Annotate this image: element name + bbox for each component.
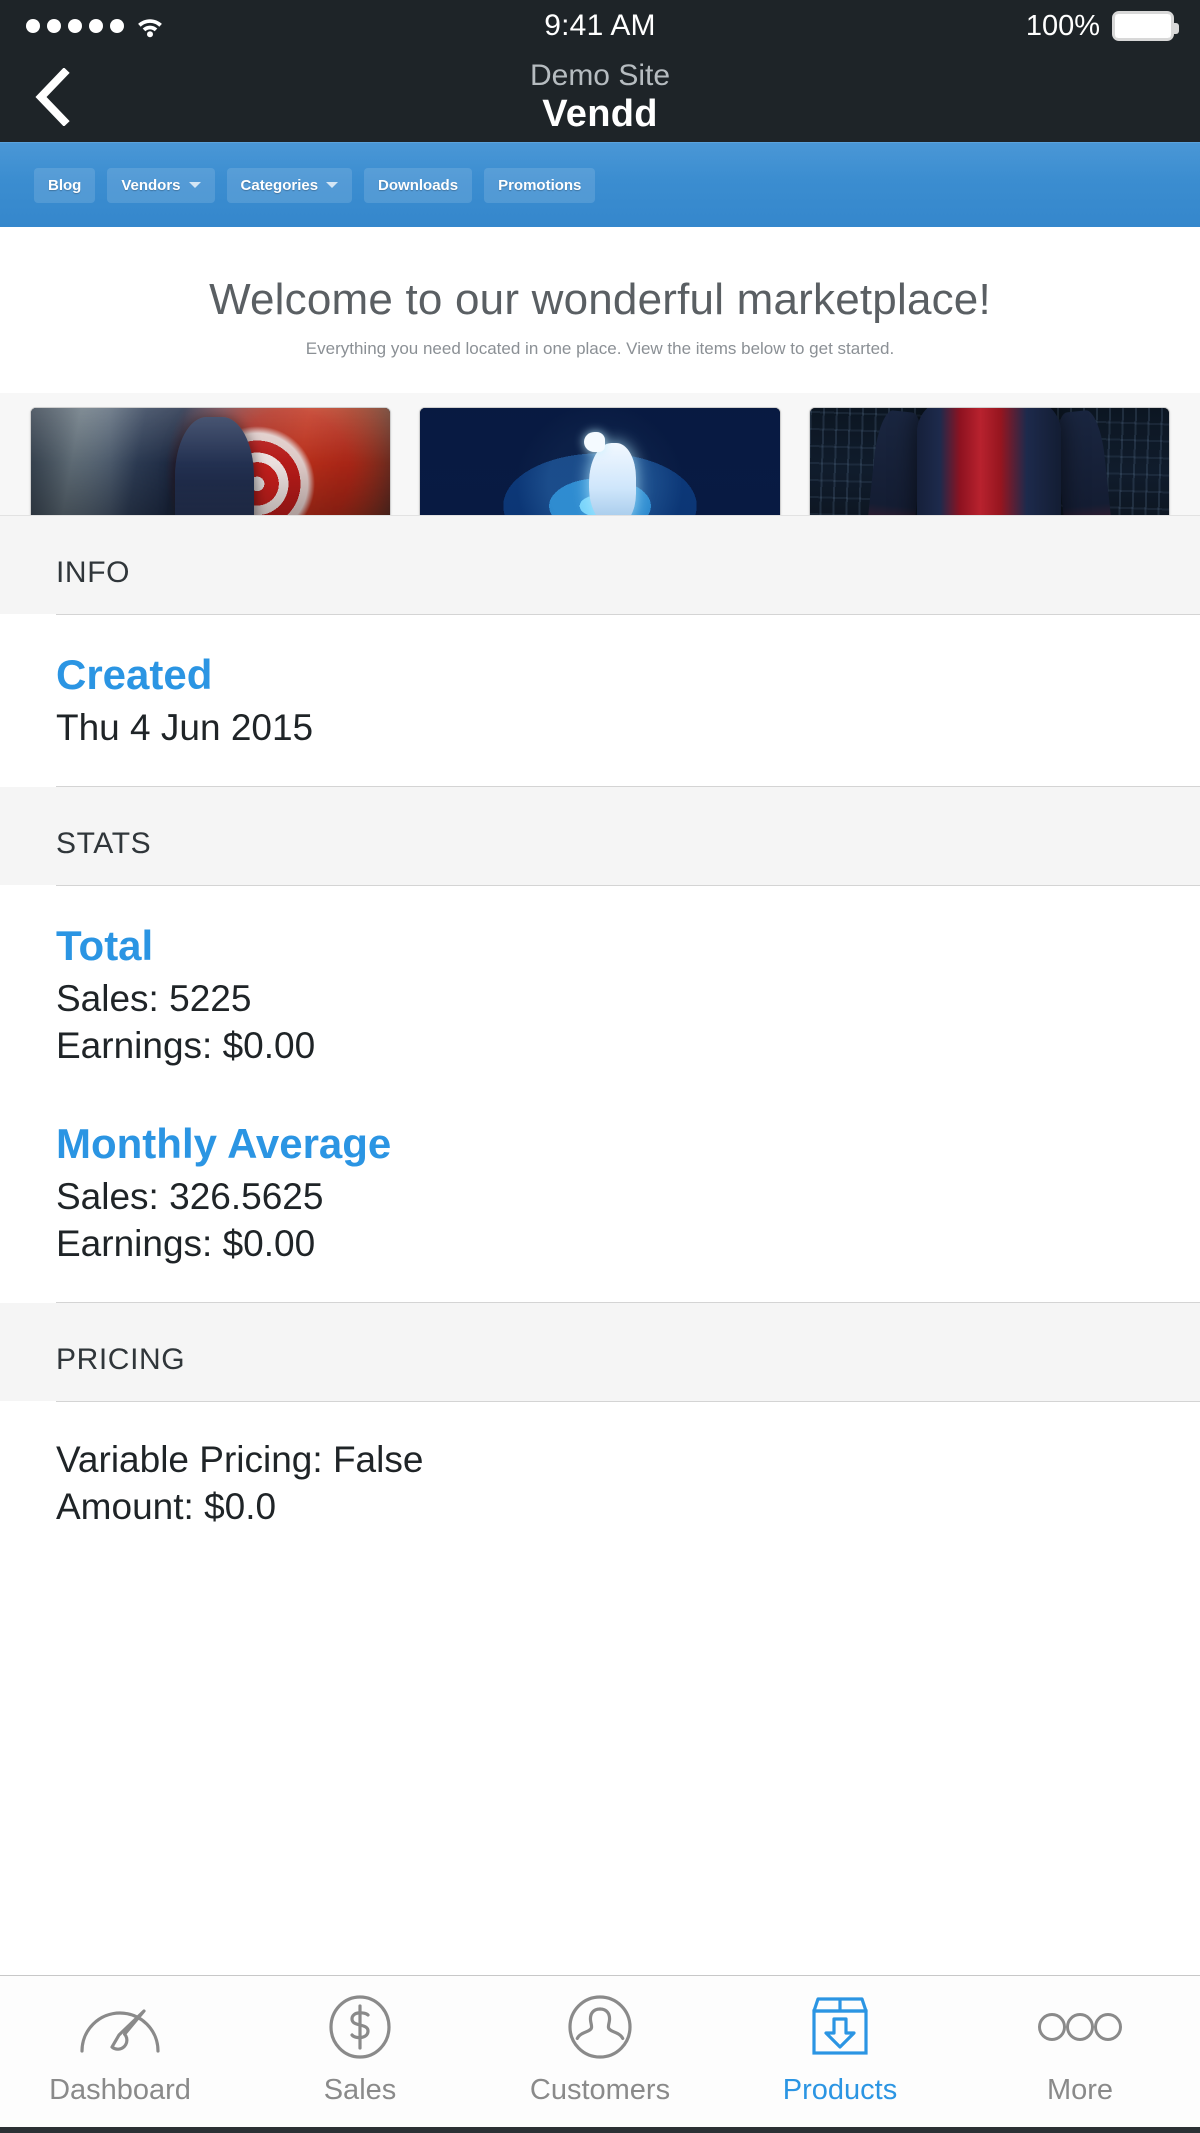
created-group: Created Thu 4 Jun 2015	[56, 649, 1144, 752]
status-time: 9:41 AM	[544, 9, 655, 43]
captain-america-figure	[175, 417, 254, 515]
chevron-down-icon	[189, 182, 201, 188]
battery-fill	[1115, 14, 1171, 38]
unicorn-moon-thumbnail[interactable]	[419, 407, 780, 515]
site-nav-label: Blog	[48, 177, 81, 194]
monthly-average-label: Monthly Average	[56, 1118, 1144, 1169]
dollar-circle-icon	[328, 1994, 392, 2060]
site-hero: Welcome to our wonderful marketplace! Ev…	[0, 227, 1200, 393]
wifi-icon	[135, 14, 165, 38]
box-download-icon	[809, 1994, 871, 2060]
created-value: Thu 4 Jun 2015	[56, 704, 1144, 751]
stats-cell[interactable]: Total Sales: 5225 Earnings: $0.00 Monthl…	[0, 886, 1200, 1302]
speedometer-icon	[76, 1994, 164, 2060]
tab-label-more: More	[1047, 2074, 1113, 2107]
captain-america-thumbnail[interactable]	[30, 407, 391, 515]
navigation-bar: Demo Site Vendd	[0, 52, 1200, 142]
created-label: Created	[56, 649, 1144, 700]
tab-sales[interactable]: Sales	[240, 1994, 480, 2107]
spiderman-thumbnail[interactable]	[809, 407, 1170, 515]
monthly-average-earnings: Earnings: $0.00	[56, 1220, 1144, 1267]
captain-america-image	[31, 408, 390, 515]
site-nav-item-categories[interactable]: Categories	[227, 168, 353, 203]
home-indicator	[0, 2127, 1200, 2133]
amount-value: Amount: $0.0	[56, 1483, 1144, 1530]
battery-icon	[1112, 11, 1174, 41]
site-hero-subheading: Everything you need located in one place…	[20, 339, 1180, 359]
spiderman-arm-right	[1053, 409, 1116, 515]
unicorn-body	[589, 443, 636, 515]
tab-bar: Dashboard Sales Customers	[0, 1975, 1200, 2133]
three-circles-icon	[1037, 1994, 1123, 2060]
nav-subtitle: Demo Site	[530, 59, 670, 93]
total-label: Total	[56, 920, 1144, 971]
signal-dot-icon	[47, 19, 61, 33]
site-preview[interactable]: Blog Vendors Categories Downloads Promot…	[0, 142, 1200, 516]
spiderman-torso	[917, 407, 1061, 515]
tab-customers[interactable]: Customers	[480, 1994, 720, 2107]
total-sales: Sales: 5225	[56, 975, 1144, 1022]
signal-dot-icon	[26, 19, 40, 33]
chevron-down-icon	[326, 182, 338, 188]
signal-dot-icon	[89, 19, 103, 33]
tab-label-dashboard: Dashboard	[49, 2074, 191, 2107]
status-bar-center: 9:41 AM	[544, 9, 655, 43]
site-nav-item-blog[interactable]: Blog	[34, 168, 95, 203]
site-nav-label: Downloads	[378, 177, 458, 194]
total-group: Total Sales: 5225 Earnings: $0.00	[56, 920, 1144, 1070]
monthly-average-group: Monthly Average Sales: 326.5625 Earnings…	[56, 1118, 1144, 1268]
site-nav-label: Vendors	[121, 177, 180, 194]
site-hero-heading: Welcome to our wonderful marketplace!	[20, 275, 1180, 325]
tab-more[interactable]: More	[960, 1994, 1200, 2107]
section-header-stats: STATS	[0, 787, 1200, 885]
tab-label-products: Products	[783, 2074, 897, 2107]
site-nav-item-promotions[interactable]: Promotions	[484, 168, 595, 203]
site-nav-item-vendors[interactable]: Vendors	[107, 168, 214, 203]
signal-dot-icon	[110, 19, 124, 33]
tab-products[interactable]: Products	[720, 1994, 960, 2107]
spiderman-image	[810, 408, 1169, 515]
variable-pricing-value: Variable Pricing: False	[56, 1436, 1144, 1483]
status-bar-left	[26, 14, 544, 38]
unicorn-moon-image	[420, 408, 779, 515]
info-cell[interactable]: Created Thu 4 Jun 2015	[0, 615, 1200, 786]
page-title: Vendd	[530, 93, 670, 136]
site-nav-menu: Blog Vendors Categories Downloads Promot…	[0, 142, 1200, 227]
unicorn-head	[584, 432, 606, 453]
section-header-info: INFO	[0, 516, 1200, 614]
site-nav-label: Categories	[241, 177, 319, 194]
back-button[interactable]	[26, 66, 80, 128]
site-nav-item-downloads[interactable]: Downloads	[364, 168, 472, 203]
signal-dot-icon	[68, 19, 82, 33]
person-circle-icon	[567, 1994, 633, 2060]
app-screen: 9:41 AM 100% Demo Site Vendd Blog Vend	[0, 0, 1200, 2133]
battery-percent-label: 100%	[1026, 10, 1100, 43]
site-nav-label: Promotions	[498, 177, 581, 194]
monthly-average-sales: Sales: 326.5625	[56, 1173, 1144, 1220]
total-earnings: Earnings: $0.00	[56, 1022, 1144, 1069]
nav-title-block: Demo Site Vendd	[530, 59, 670, 135]
section-header-pricing: PRICING	[0, 1303, 1200, 1401]
spiderman-arm-left	[863, 409, 926, 515]
status-bar-right: 100%	[656, 10, 1174, 43]
site-product-grid	[0, 393, 1200, 515]
status-bar: 9:41 AM 100%	[0, 0, 1200, 52]
pricing-cell[interactable]: Variable Pricing: False Amount: $0.0	[0, 1402, 1200, 1565]
tab-dashboard[interactable]: Dashboard	[0, 1994, 240, 2107]
tab-label-customers: Customers	[530, 2074, 670, 2107]
tab-label-sales: Sales	[324, 2074, 397, 2107]
chevron-left-icon	[33, 68, 73, 126]
